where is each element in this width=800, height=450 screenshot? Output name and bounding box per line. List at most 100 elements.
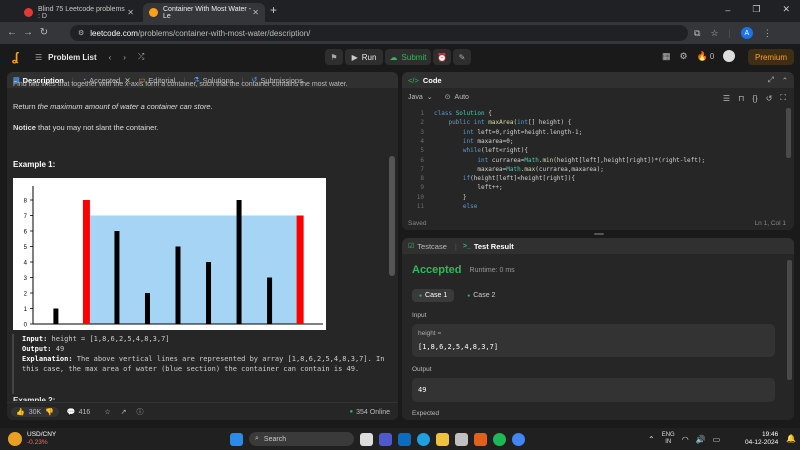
case-2-tab[interactable]: ● Case 2 bbox=[460, 289, 502, 302]
new-tab-button[interactable]: + bbox=[270, 3, 277, 17]
clock[interactable]: 19:46 04-12-2024 bbox=[745, 431, 778, 447]
code-line[interactable]: int left=0,right=height.length-1; bbox=[434, 129, 582, 136]
menu-kebab-icon[interactable]: ⋮ bbox=[763, 28, 772, 39]
code-line[interactable]: int maxarea=0; bbox=[434, 138, 514, 145]
share-icon[interactable]: ↗ bbox=[121, 408, 127, 416]
reset-icon[interactable]: ↺ bbox=[766, 94, 773, 103]
bookmark-icon[interactable]: ⊓ bbox=[738, 94, 744, 103]
forward-icon[interactable]: → bbox=[20, 27, 36, 38]
windows-start-icon[interactable] bbox=[230, 432, 243, 446]
extensions-icon[interactable]: ⧉ bbox=[694, 28, 700, 39]
tray-chevron-icon[interactable]: ⌃ bbox=[648, 435, 655, 444]
code-editor[interactable]: 1 class Solution {2 public int maxArea(in… bbox=[402, 110, 782, 212]
thumbs-up-icon[interactable]: 👍 bbox=[16, 408, 25, 416]
time: 19:46 bbox=[761, 431, 779, 438]
wifi-icon[interactable]: ◠ bbox=[682, 435, 689, 444]
description-scrollbar[interactable] bbox=[389, 156, 395, 276]
store-icon[interactable] bbox=[455, 432, 468, 446]
comment-icon[interactable]: 💬 bbox=[67, 408, 76, 416]
help-icon[interactable]: ⓘ bbox=[136, 407, 143, 417]
debug-icon[interactable]: ⚑ bbox=[325, 49, 343, 65]
braces-icon[interactable]: {} bbox=[752, 94, 757, 103]
text-span: . bbox=[210, 102, 213, 111]
editor-scrollbar[interactable] bbox=[786, 108, 791, 158]
outlook-icon[interactable] bbox=[398, 432, 411, 446]
code-line[interactable]: class Solution { bbox=[434, 110, 492, 117]
user-avatar[interactable] bbox=[723, 50, 736, 62]
bar bbox=[236, 200, 242, 324]
site-info-icon[interactable]: ⚙ bbox=[78, 29, 84, 37]
volume-icon[interactable]: 🔊 bbox=[696, 435, 706, 444]
thumbs-down-icon[interactable]: 👎 bbox=[45, 408, 54, 416]
prev-problem-icon[interactable]: ‹ bbox=[109, 53, 112, 62]
code-line[interactable]: else bbox=[434, 203, 477, 210]
language-select[interactable]: Java bbox=[408, 94, 423, 101]
format-icon[interactable]: ☰ bbox=[723, 94, 730, 103]
result-scrollbar[interactable] bbox=[787, 260, 792, 380]
stock-widget[interactable]: USD/CNY -0.23% bbox=[8, 431, 56, 447]
auto-mode[interactable]: Auto bbox=[455, 94, 469, 101]
code-line[interactable]: int currarea=Math.min(height[left],heigh… bbox=[434, 157, 705, 164]
leetcode-logo-icon[interactable]: ʆ bbox=[12, 50, 18, 64]
code-line[interactable]: maxarea=Math.max(currarea,maxarea); bbox=[434, 166, 604, 173]
layout-grid-icon[interactable]: ▦ bbox=[662, 51, 671, 62]
url-domain: leetcode.com bbox=[90, 28, 138, 38]
browser-tab-blind75[interactable]: Blind 75 Leetcode problems : D ✕ bbox=[18, 3, 140, 22]
code-brackets-icon: </> bbox=[408, 75, 419, 85]
problem-list-link[interactable]: Problem List bbox=[48, 53, 96, 62]
highlighted-bar bbox=[82, 200, 90, 324]
streak-counter[interactable]: 🔥 0 bbox=[697, 51, 715, 62]
spotify-icon[interactable] bbox=[493, 432, 506, 446]
case-1-tab[interactable]: ● Case 1 bbox=[412, 289, 455, 302]
code-line[interactable]: left++; bbox=[434, 184, 502, 191]
timer-icon[interactable]: ⏰ bbox=[433, 49, 451, 65]
chrome-icon[interactable] bbox=[512, 432, 525, 446]
browser-tab-container-water[interactable]: Container With Most Water - Le ✕ bbox=[143, 3, 265, 22]
profile-avatar[interactable]: A bbox=[740, 27, 753, 39]
tab-label: Testcase bbox=[417, 241, 447, 251]
close-window-button[interactable]: ✕ bbox=[782, 4, 790, 15]
premium-button[interactable]: Premium bbox=[748, 49, 794, 65]
notes-icon[interactable]: ✎ bbox=[453, 49, 471, 65]
language-indicator[interactable]: ENG IN bbox=[662, 432, 675, 446]
tab-testcase[interactable]: ☑ Testcase bbox=[408, 242, 447, 251]
run-button[interactable]: ▶ Run bbox=[345, 49, 383, 65]
code-line[interactable]: if(height[left]<height[right]){ bbox=[434, 175, 575, 182]
bookmark-star-icon[interactable]: ☆ bbox=[710, 28, 718, 39]
favorite-star-icon[interactable]: ☆ bbox=[104, 408, 110, 416]
maximize-button[interactable]: ❐ bbox=[752, 4, 760, 15]
list-icon: ☰ bbox=[35, 52, 43, 62]
taskbar-search[interactable]: ⌕ Search bbox=[249, 432, 354, 446]
battery-icon[interactable]: ▭ bbox=[713, 435, 721, 444]
task-view-icon[interactable] bbox=[360, 432, 373, 446]
bar bbox=[267, 277, 273, 324]
back-icon[interactable]: ← bbox=[4, 27, 20, 38]
panel-resize-handle[interactable] bbox=[594, 233, 604, 235]
close-tab-icon[interactable]: ✕ bbox=[252, 8, 259, 17]
teams-icon[interactable] bbox=[379, 432, 392, 446]
fullscreen-icon[interactable]: ⛶ bbox=[780, 93, 786, 103]
next-problem-icon[interactable]: › bbox=[123, 53, 126, 62]
text-span: Return bbox=[13, 102, 38, 111]
code-line[interactable]: while(left<right){ bbox=[434, 147, 528, 154]
settings-gear-icon[interactable]: ⚙ bbox=[680, 51, 688, 62]
result-panel: ☑ Testcase | >_ Test Result Accepted Runti… bbox=[402, 238, 794, 420]
submit-button[interactable]: ☁ Submit bbox=[385, 49, 431, 65]
code-line[interactable]: public int maxArea(int[] height) { bbox=[434, 119, 571, 126]
close-tab-icon[interactable]: ✕ bbox=[127, 8, 134, 17]
tab-test-result[interactable]: >_ Test Result bbox=[463, 242, 514, 251]
collapse-chevron-icon[interactable]: ⌃ bbox=[782, 76, 788, 85]
code-line[interactable]: } bbox=[434, 194, 467, 201]
minimize-button[interactable]: – bbox=[725, 5, 730, 15]
windows-taskbar: USD/CNY -0.23% ⌕ Search ⌃ ENG IN ◠ 🔊 ▭ 1… bbox=[0, 428, 800, 450]
reload-icon[interactable]: ↻ bbox=[36, 27, 52, 38]
app-icon[interactable] bbox=[474, 432, 487, 446]
address-bar[interactable]: ⚙ leetcode.com /problems/container-with-… bbox=[70, 25, 688, 41]
output-section-label: Output bbox=[412, 366, 432, 373]
file-explorer-icon[interactable] bbox=[436, 432, 449, 446]
shuffle-icon[interactable]: ⤮ bbox=[138, 52, 144, 62]
fire-icon: 🔥 bbox=[696, 50, 708, 61]
edge-icon[interactable] bbox=[417, 432, 430, 446]
expand-icon[interactable]: ⤢ bbox=[768, 75, 774, 85]
notifications-bell-icon[interactable]: 🔔 bbox=[786, 434, 796, 443]
